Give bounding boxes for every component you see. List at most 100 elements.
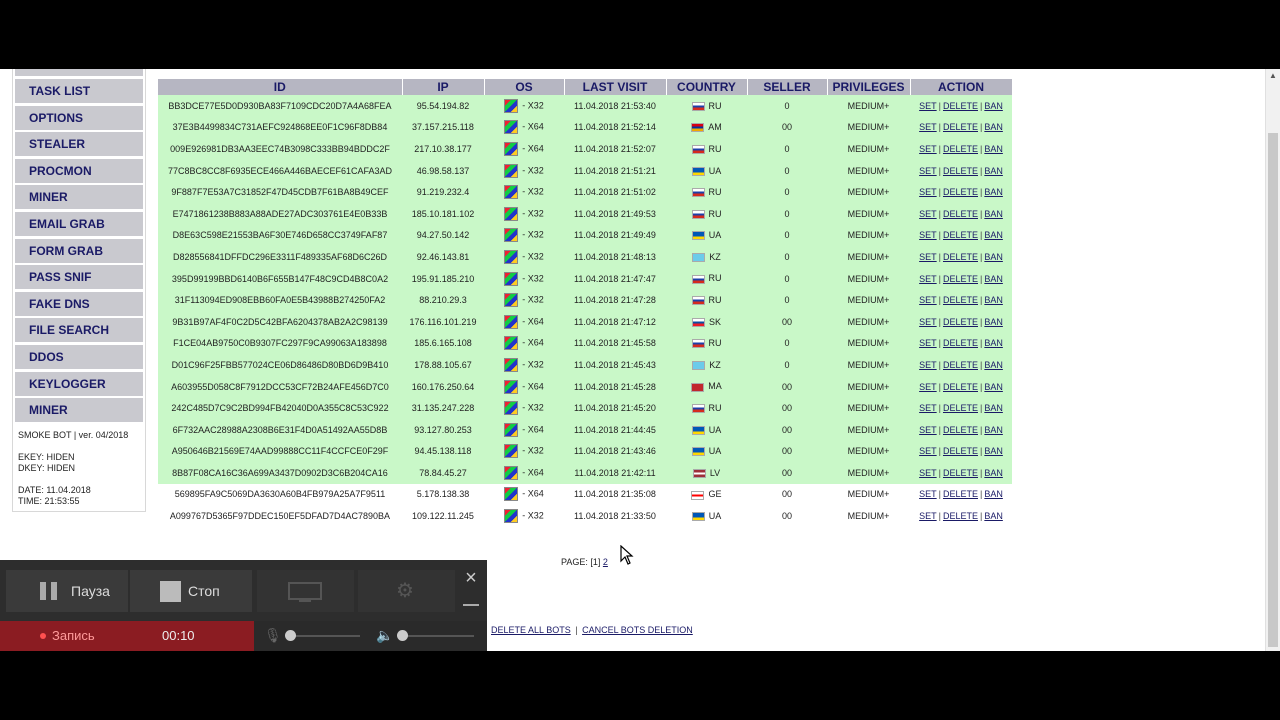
delete-link[interactable]: DELETE (943, 468, 978, 478)
sidebar-item[interactable]: PASS SNIF (15, 265, 143, 290)
sidebar-item[interactable]: PROCMON (15, 158, 143, 183)
sidebar-item[interactable]: MINER (15, 185, 143, 210)
set-link[interactable]: SET (919, 468, 937, 478)
scroll-thumb[interactable] (1268, 133, 1278, 647)
set-link[interactable]: SET (919, 403, 937, 413)
bot-country: RU (666, 397, 747, 419)
delete-link[interactable]: DELETE (943, 511, 978, 521)
ban-link[interactable]: BAN (984, 446, 1003, 456)
set-link[interactable]: SET (919, 489, 937, 499)
sidebar-item[interactable]: TASK LIST (15, 79, 143, 103)
delete-link[interactable]: DELETE (943, 446, 978, 456)
ban-link[interactable]: BAN (984, 382, 1003, 392)
delete-link[interactable]: DELETE (943, 252, 978, 262)
mouse-cursor-icon (620, 545, 634, 565)
ban-link[interactable]: BAN (984, 317, 1003, 327)
delete-link[interactable]: DELETE (943, 101, 978, 111)
microphone-muted-icon[interactable]: 🎙 (264, 627, 282, 644)
pause-button[interactable]: Пауза (6, 570, 128, 612)
delete-link[interactable]: DELETE (943, 166, 978, 176)
ban-link[interactable]: BAN (984, 187, 1003, 197)
set-link[interactable]: SET (919, 187, 937, 197)
delete-link[interactable]: DELETE (943, 144, 978, 154)
delete-link[interactable]: DELETE (943, 489, 978, 499)
delete-link[interactable]: DELETE (943, 230, 978, 240)
close-icon[interactable]: × (461, 568, 481, 588)
sidebar-item[interactable]: MINER (15, 398, 143, 423)
ban-link[interactable]: BAN (984, 468, 1003, 478)
country-code: UA (708, 165, 722, 176)
ban-link[interactable]: BAN (984, 122, 1003, 132)
ban-link[interactable]: BAN (984, 252, 1003, 262)
cancel-bots-deletion-link[interactable]: CANCEL BOTS DELETION (582, 625, 693, 635)
set-link[interactable]: SET (919, 144, 937, 154)
delete-link[interactable]: DELETE (943, 403, 978, 413)
microphone-volume-knob[interactable] (285, 630, 296, 641)
delete-link[interactable]: DELETE (943, 187, 978, 197)
ban-link[interactable]: BAN (984, 489, 1003, 499)
set-link[interactable]: SET (919, 511, 937, 521)
sidebar-item[interactable]: STEALER (15, 132, 143, 157)
ban-link[interactable]: BAN (984, 511, 1003, 521)
sidebar-item[interactable]: KEYLOGGER (15, 371, 143, 396)
system-volume-slider[interactable] (400, 635, 474, 637)
set-link[interactable]: SET (919, 382, 937, 392)
set-link[interactable]: SET (919, 101, 937, 111)
delete-link[interactable]: DELETE (943, 274, 978, 284)
delete-link[interactable]: DELETE (943, 382, 978, 392)
ban-link[interactable]: BAN (984, 360, 1003, 370)
ban-link[interactable]: BAN (984, 166, 1003, 176)
ban-link[interactable]: BAN (984, 403, 1003, 413)
scroll-up-icon[interactable]: ▲ (1269, 71, 1277, 80)
delete-all-bots-link[interactable]: DELETE ALL BOTS (491, 625, 571, 635)
speaker-muted-icon[interactable]: 🔈 (376, 627, 393, 644)
set-link[interactable]: SET (919, 252, 937, 262)
set-link[interactable]: SET (919, 338, 937, 348)
ban-link[interactable]: BAN (984, 101, 1003, 111)
bot-ip: 185.6.165.108 (402, 332, 484, 355)
sidebar-item[interactable]: DDOS (15, 344, 143, 369)
sidebar-item[interactable]: FILE SEARCH (15, 318, 143, 343)
ban-link[interactable]: BAN (984, 274, 1003, 284)
set-link[interactable]: SET (919, 209, 937, 219)
webcam-button[interactable] (257, 570, 354, 612)
set-link[interactable]: SET (919, 360, 937, 370)
sidebar-item[interactable]: FAKE DNS (15, 291, 143, 316)
microphone-volume-slider[interactable] (288, 635, 360, 637)
table-row: 009E926981DB3AA3EEC74B3098C333BB94BDDC2F… (158, 138, 1012, 160)
set-link[interactable]: SET (919, 274, 937, 284)
system-volume-knob[interactable] (397, 630, 408, 641)
set-link[interactable]: SET (919, 166, 937, 176)
ban-link[interactable]: BAN (984, 230, 1003, 240)
bot-id: 6F732AAC28988A2308B6E31F4D0A51492AA55D8B (158, 418, 402, 441)
delete-link[interactable]: DELETE (943, 317, 978, 327)
delete-link[interactable]: DELETE (943, 338, 978, 348)
pager-next-link[interactable]: 2 (603, 557, 608, 567)
delete-link[interactable]: DELETE (943, 295, 978, 305)
page-scrollbar[interactable]: ▲ (1265, 69, 1280, 651)
os-arch: - X32 (522, 359, 544, 370)
ban-link[interactable]: BAN (984, 338, 1003, 348)
ban-link[interactable]: BAN (984, 295, 1003, 305)
windows-icon (504, 120, 519, 135)
delete-link[interactable]: DELETE (943, 360, 978, 370)
stop-button[interactable]: Стоп (130, 570, 252, 612)
set-link[interactable]: SET (919, 425, 937, 435)
delete-link[interactable]: DELETE (943, 122, 978, 132)
sidebar-item-cut[interactable] (15, 69, 143, 76)
sidebar-item[interactable]: EMAIL GRAB (15, 211, 143, 236)
set-link[interactable]: SET (919, 446, 937, 456)
ban-link[interactable]: BAN (984, 209, 1003, 219)
minimize-icon[interactable] (463, 604, 479, 606)
sidebar-item[interactable]: OPTIONS (15, 105, 143, 130)
set-link[interactable]: SET (919, 295, 937, 305)
set-link[interactable]: SET (919, 230, 937, 240)
delete-link[interactable]: DELETE (943, 425, 978, 435)
settings-button[interactable]: ⚙ (358, 570, 455, 612)
ban-link[interactable]: BAN (984, 144, 1003, 154)
set-link[interactable]: SET (919, 122, 937, 132)
ban-link[interactable]: BAN (984, 425, 1003, 435)
delete-link[interactable]: DELETE (943, 209, 978, 219)
set-link[interactable]: SET (919, 317, 937, 327)
sidebar-item[interactable]: FORM GRAB (15, 238, 143, 263)
